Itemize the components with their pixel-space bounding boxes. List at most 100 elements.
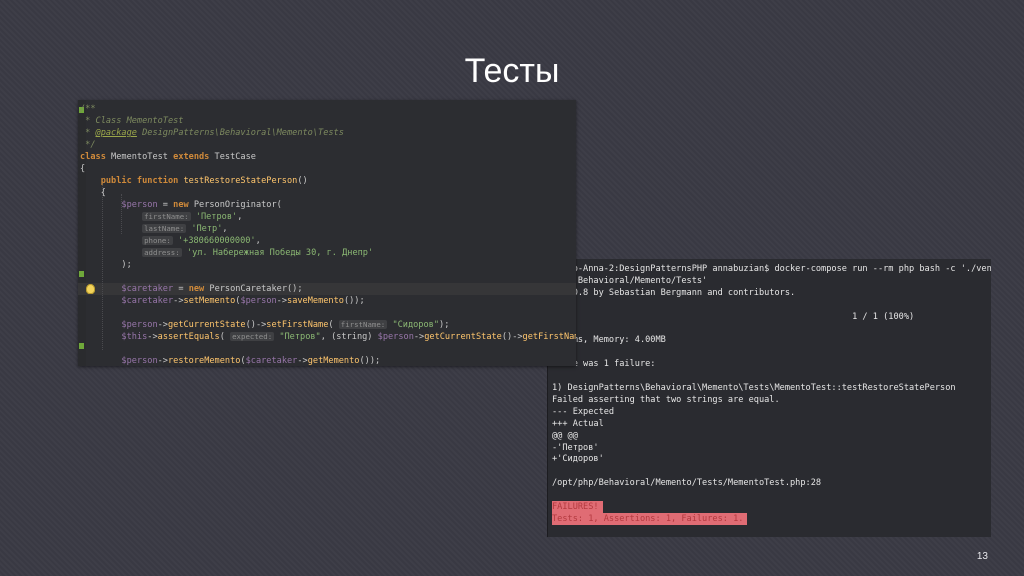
code-line: $caretaker->setMemento($person->saveMeme…	[80, 295, 365, 307]
code-token: ->	[157, 320, 168, 330]
slide-title: Тесты	[464, 52, 560, 90]
terminal-line: @@ @@	[552, 430, 578, 441]
code-token: new	[188, 284, 210, 294]
code-token: (	[219, 332, 231, 342]
terminal-line: t 6.0.8 by Sebastian Bergmann and contri…	[552, 287, 796, 298]
code-token: public function	[100, 176, 184, 186]
code-token: ->	[413, 332, 425, 342]
code-token: restoreMemento	[167, 356, 241, 366]
code-token: $this	[121, 332, 148, 342]
code-token: ());	[343, 296, 365, 306]
code-token: ()->	[501, 332, 523, 342]
terminal-error-line: FAILURES!	[552, 501, 603, 513]
code-token: getCurrentState	[167, 320, 246, 330]
code-token: ()->	[245, 320, 267, 330]
code-token: $caretaker	[245, 356, 298, 366]
code-token: */	[80, 140, 96, 150]
terminal-line: /opt/php/Behavioral/Memento/Tests/Mement…	[552, 478, 822, 489]
code-token: );	[439, 320, 450, 330]
terminal-line: Failed asserting that two strings are eq…	[552, 394, 780, 405]
code-token: PersonCaretaker();	[209, 284, 303, 294]
code-line: address: 'ул. Набережная Победы 30, г. Д…	[80, 247, 373, 259]
code-token: new	[173, 200, 194, 210]
parameter-hint: lastName:	[142, 224, 187, 233]
code-token: extends	[173, 152, 215, 162]
code-token: assertEquals	[157, 332, 220, 342]
code-token: getMemento	[307, 356, 360, 366]
code-token: setFirstName	[266, 320, 329, 330]
code-line: {	[80, 163, 85, 175]
terminal-line: 1) DesignPatterns\Behavioral\Memento\Tes…	[552, 383, 956, 393]
code-token: =	[173, 284, 189, 294]
code-token: TestCase	[214, 152, 256, 162]
terminal-line: 1 / 1 (100%)	[552, 311, 915, 322]
code-token: getFirstName	[522, 332, 576, 342]
code-token: $caretaker	[121, 284, 174, 294]
code-token: 'Петров'	[195, 212, 238, 222]
code-token: );	[80, 260, 132, 270]
code-token: '+380660000000'	[177, 236, 256, 246]
code-line: $person->getCurrentState()->setFirstName…	[80, 319, 449, 331]
parameter-hint: expected:	[230, 332, 275, 341]
code-token: DesignPatterns\Behavioral\Memento\Tests	[136, 128, 344, 138]
code-token: @package	[95, 128, 137, 138]
code-token: $caretaker	[121, 296, 174, 306]
code-line: lastName: 'Петр',	[80, 223, 228, 235]
code-token: $person	[121, 356, 158, 366]
code-token: ->	[157, 356, 168, 366]
code-line: );	[80, 259, 132, 271]
code-line: $person = new PersonOriginator(	[80, 199, 282, 211]
terminal-line: -'Петров'	[552, 442, 599, 453]
code-token: 'Петр'	[191, 224, 223, 234]
page-number: 13	[976, 551, 988, 562]
parameter-hint: address:	[142, 248, 182, 257]
terminal-error-line: Tests: 1, Assertions: 1, Failures: 1.	[552, 512, 748, 525]
parameter-hint: phone:	[142, 236, 173, 245]
code-token: setMemento	[183, 296, 236, 306]
code-token: ()	[297, 176, 308, 186]
change-marker	[79, 343, 84, 349]
code-line: /**	[80, 103, 96, 115]
code-token: ->	[297, 356, 308, 366]
code-line: $person->restoreMemento($caretaker->getM…	[80, 355, 380, 366]
code-line: public function testRestoreStatePerson()	[80, 175, 308, 187]
code-line: {	[80, 187, 106, 199]
code-token: "Петров"	[279, 332, 321, 342]
code-token: PersonOriginator(	[193, 200, 282, 210]
code-token: "Сидоров"	[392, 320, 440, 330]
code-token: 'ул. Набережная Победы 30, г. Днепр'	[186, 248, 374, 258]
code-token: ());	[359, 356, 381, 366]
code-token: class	[80, 152, 112, 162]
code-editor[interactable]: /** * Class MementoTest * @package Desig…	[78, 100, 576, 366]
code-token: (	[328, 320, 339, 330]
code-token: , (string)	[320, 332, 378, 342]
code-token: ->	[173, 296, 184, 306]
terminal-line: +++ Actual	[552, 418, 604, 429]
parameter-hint: firstName:	[142, 212, 191, 221]
code-token: MementoTest	[111, 152, 174, 162]
code-line: $caretaker = new PersonCaretaker();	[80, 283, 303, 295]
code-token: testRestoreStatePerson	[183, 176, 298, 186]
code-token: getCurrentState	[424, 332, 502, 342]
terminal-window[interactable]: k-Pro-Anna-2:DesignPatternsPHP annabuzia…	[547, 259, 991, 537]
code-token: {	[80, 188, 106, 198]
code-line: * Class MementoTest	[80, 115, 183, 127]
code-token: {	[80, 164, 86, 174]
code-token: ->	[147, 332, 158, 342]
code-token: ,	[255, 236, 261, 246]
code-token: ,	[222, 224, 228, 234]
code-token: $person	[121, 200, 158, 210]
code-line: */	[80, 139, 96, 151]
code-token: /**	[80, 104, 96, 114]
code-token: $person	[377, 332, 414, 342]
